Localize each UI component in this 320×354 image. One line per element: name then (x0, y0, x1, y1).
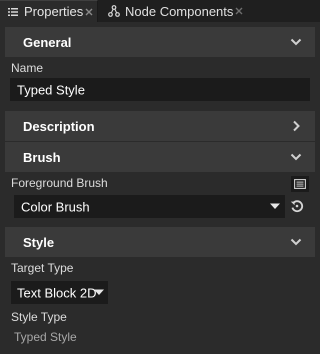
section-general-title: General (23, 34, 72, 50)
close-icon[interactable] (83, 6, 95, 18)
target-type-dropdown[interactable]: Text Block 2D (11, 281, 108, 304)
node-components-icon (108, 5, 120, 17)
foreground-brush-dropdown[interactable]: Color Brush (14, 195, 285, 218)
chevron-down-icon (289, 150, 303, 164)
dropdown-arrow-icon (93, 286, 105, 298)
style-type-label: Style Type (11, 310, 67, 324)
tab-node-components-label: Node Components (125, 3, 234, 19)
name-field-value: Typed Style (17, 82, 85, 97)
name-field[interactable]: Typed Style (10, 78, 310, 101)
properties-list-icon (7, 6, 19, 18)
foreground-brush-label: Foreground Brush (11, 176, 108, 190)
target-type-value: Text Block 2D (17, 285, 97, 300)
section-description-title: Description (23, 118, 95, 134)
dropdown-arrow-icon (269, 200, 281, 212)
section-style-title: Style (23, 234, 55, 250)
name-label: Name (11, 61, 44, 75)
brush-editor-icon[interactable] (291, 176, 309, 192)
foreground-brush-value: Color Brush (21, 199, 90, 214)
tab-properties[interactable]: Properties (0, 0, 98, 22)
section-brush-header[interactable]: Brush (5, 142, 315, 172)
section-brush-title: Brush (23, 149, 61, 165)
section-general-header[interactable]: General (5, 27, 315, 57)
section-description-header[interactable]: Description (5, 111, 315, 141)
close-icon[interactable] (233, 5, 245, 17)
tab-node-components[interactable]: Node Components (101, 0, 251, 22)
chevron-down-icon (289, 35, 303, 49)
chevron-down-icon (289, 235, 303, 249)
chevron-right-icon (289, 119, 303, 133)
section-style-header[interactable]: Style (5, 227, 315, 257)
reset-icon[interactable] (289, 198, 305, 214)
target-type-label: Target Type (11, 261, 74, 275)
tab-properties-label: Properties (24, 4, 84, 19)
tab-bar: Properties Node Components (0, 0, 320, 22)
style-type-value: Typed Style (14, 330, 77, 344)
